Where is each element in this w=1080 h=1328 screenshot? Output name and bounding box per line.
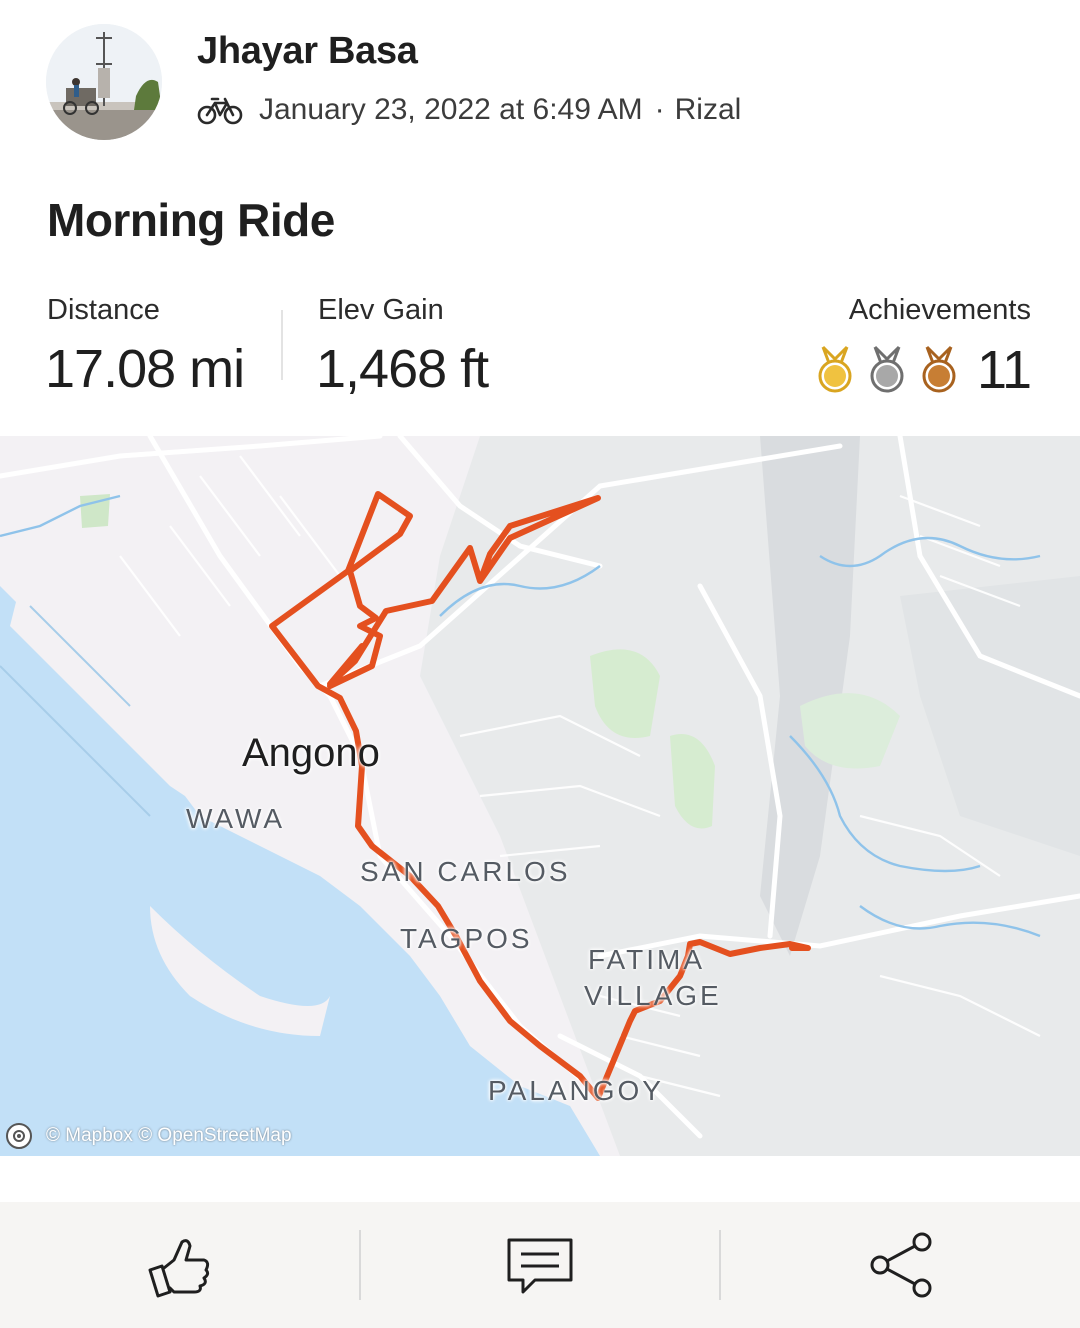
map-place-village: VILLAGE	[584, 980, 722, 1011]
comment-icon	[507, 1238, 573, 1294]
share-button[interactable]	[721, 1202, 1080, 1328]
elev-gain-label: Elev Gain	[318, 294, 444, 326]
map-place-palangoy: PALANGOY	[488, 1075, 664, 1106]
kudos-button[interactable]	[0, 1202, 359, 1328]
distance-value: 17.08 mi	[45, 339, 245, 399]
map-place-san-carlos: SAN CARLOS	[360, 856, 571, 887]
activity-page: Jhayar Basa January 23, 2022 at 6:49 AM …	[0, 0, 1080, 1328]
map-canvas	[0, 436, 1080, 1156]
share-icon	[870, 1232, 932, 1298]
elev-gain-value: 1,468 ft	[316, 339, 489, 399]
gold-medal-icon	[818, 345, 852, 393]
thumbs-up-icon	[148, 1239, 210, 1298]
map-city-label: Angono	[242, 731, 380, 775]
avatar[interactable]	[46, 24, 162, 140]
mapbox-logo-icon[interactable]	[6, 1123, 32, 1149]
map-attribution[interactable]: © Mapbox © OpenStreetMap	[6, 1122, 292, 1150]
activity-title[interactable]: Morning Ride	[47, 193, 335, 247]
distance-label: Distance	[47, 294, 160, 326]
stat-divider	[281, 310, 283, 380]
action-bar	[0, 1202, 1080, 1328]
meta-separator: ·	[654, 93, 665, 126]
activity-header: Jhayar Basa January 23, 2022 at 6:49 AM …	[0, 0, 1080, 170]
activity-location: Rizal	[674, 93, 742, 126]
achievements-count: 11	[976, 340, 1032, 400]
athlete-name[interactable]: Jhayar Basa	[197, 30, 418, 73]
bike-icon	[197, 97, 243, 125]
activity-meta: January 23, 2022 at 6:49 AM · Rizal	[197, 88, 741, 132]
avatar-photo	[46, 24, 162, 140]
achievements-summary[interactable]: 11	[815, 340, 1032, 400]
map-place-tagpos: TAGPOS	[400, 923, 533, 954]
silver-medal-icon	[870, 345, 904, 393]
map-place-wawa: WAWA	[186, 803, 286, 834]
attribution-text[interactable]: © Mapbox © OpenStreetMap	[46, 1125, 292, 1147]
map-place-fatima: FATIMA	[588, 944, 706, 975]
comment-button[interactable]	[361, 1202, 720, 1328]
route-map[interactable]: Angono WAWA SAN CARLOS TAGPOS FATIMA VIL…	[0, 436, 1080, 1156]
achievements-label: Achievements	[848, 294, 1031, 326]
activity-date: January 23, 2022 at 6:49 AM	[259, 93, 643, 126]
bronze-medal-icon	[922, 345, 956, 393]
